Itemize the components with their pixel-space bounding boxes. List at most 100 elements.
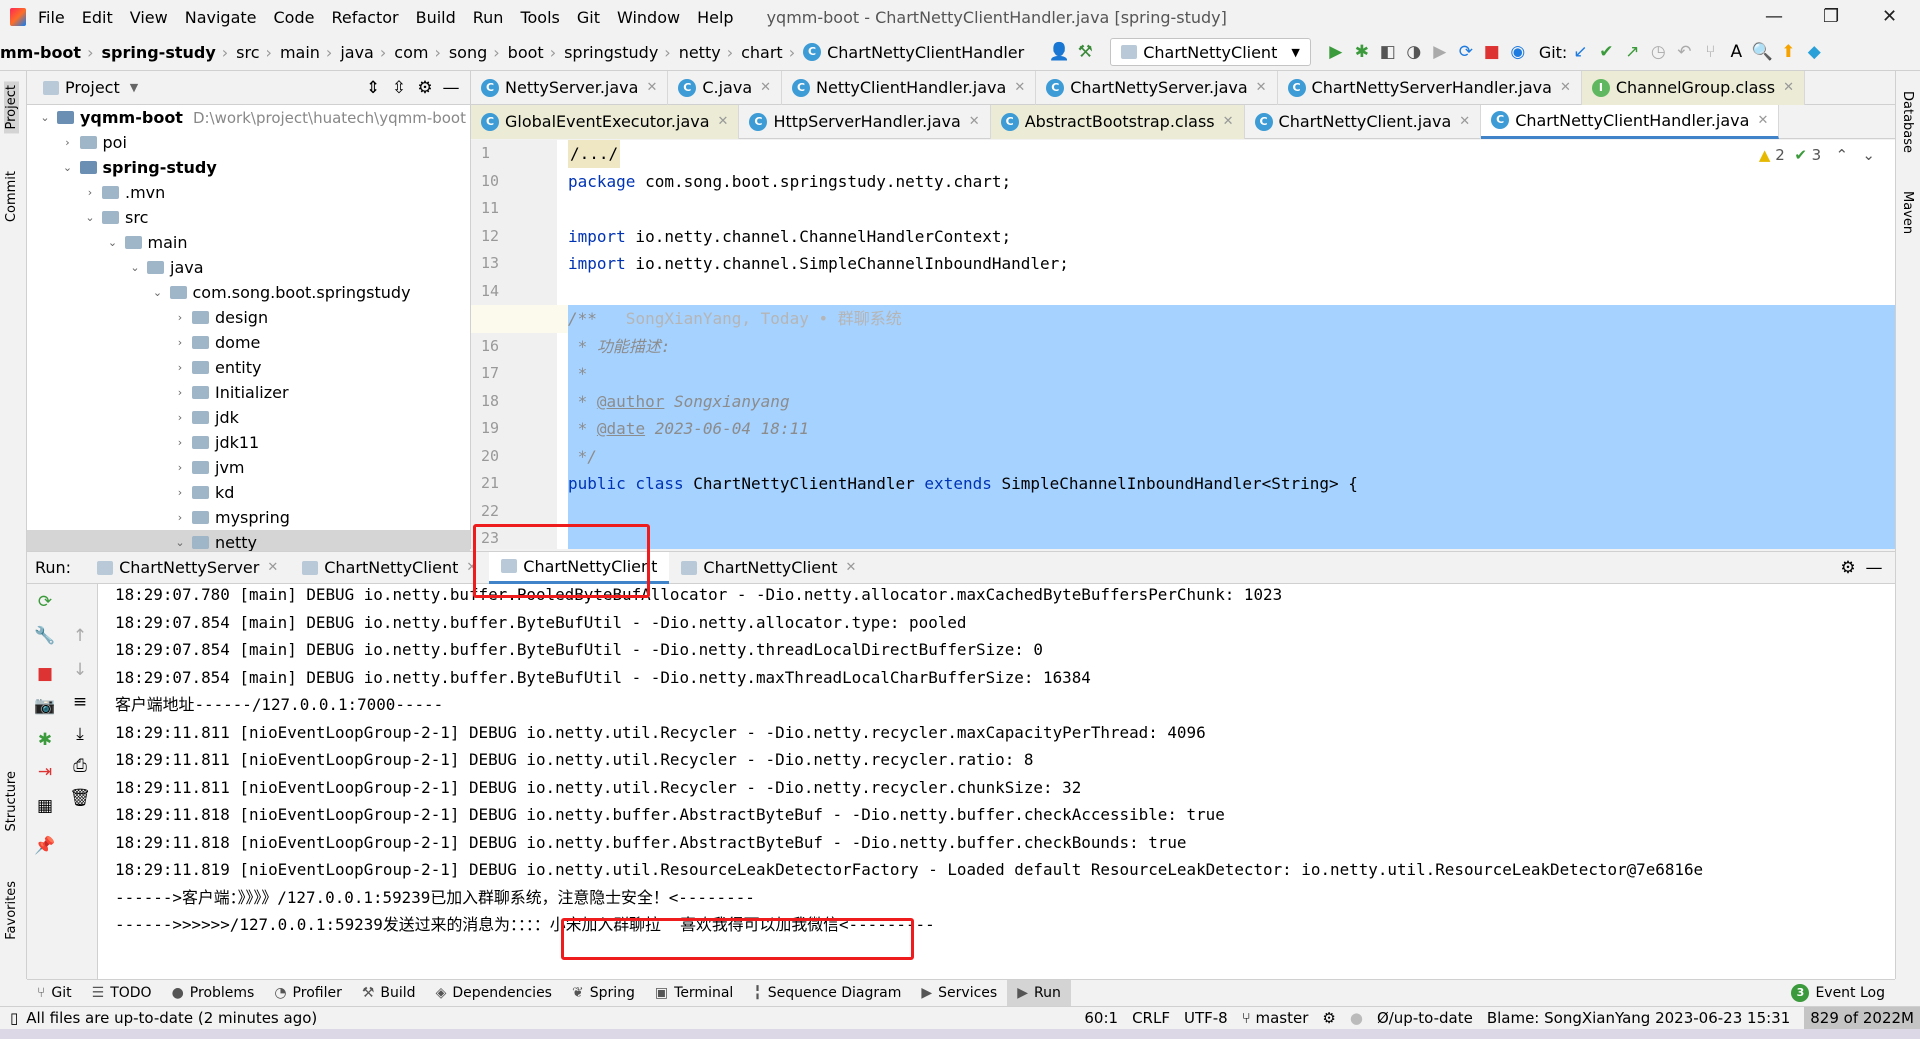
tool-tab-profiler[interactable]: ◔ Profiler: [264, 980, 352, 1007]
profile-icon[interactable]: ◑: [1401, 42, 1427, 62]
editor-tab[interactable]: C ChartNettyClientHandler.java ✕: [1481, 104, 1780, 139]
close-button[interactable]: ✕: [1882, 6, 1897, 27]
inspection-widget[interactable]: ▲ 2 ✔ 3 ⌃ ⌄: [1759, 146, 1875, 164]
breadcrumb-item[interactable]: src: [236, 43, 259, 62]
menu-tools[interactable]: Tools: [520, 8, 559, 27]
upgrade-icon[interactable]: ⬆: [1775, 42, 1801, 62]
tool-tab-problems[interactable]: ● Problems: [162, 980, 265, 1007]
login-icon[interactable]: ⇥: [32, 762, 58, 782]
history-icon[interactable]: ◷: [1645, 42, 1671, 62]
chevron-right-icon[interactable]: ›: [172, 386, 188, 399]
translate-icon[interactable]: A: [1723, 42, 1749, 62]
layout-icon[interactable]: ▦: [32, 796, 58, 816]
close-icon[interactable]: ✕: [646, 80, 657, 95]
editor-tab[interactable]: C ChartNettyClient.java ✕: [1245, 104, 1482, 139]
user-icon[interactable]: 👤: [1046, 42, 1072, 62]
tool-tab-sequence-diagram[interactable]: ╏ Sequence Diagram: [743, 980, 911, 1007]
run-icon[interactable]: ▶: [1323, 42, 1349, 62]
chevron-right-icon[interactable]: ›: [172, 411, 188, 424]
camera-icon[interactable]: 📷: [32, 696, 58, 716]
chevron-right-icon[interactable]: ›: [172, 511, 188, 524]
tree-item[interactable]: ⌄ spring-study: [27, 155, 470, 180]
git-branch[interactable]: ⑂ master: [1242, 1009, 1309, 1027]
close-icon[interactable]: ✕: [760, 80, 771, 95]
editor-tab[interactable]: C HttpServerHandler.java ✕: [739, 104, 991, 139]
tool-tab-build[interactable]: ⚒ Build: [352, 980, 426, 1007]
breadcrumb-item[interactable]: spring-study: [101, 43, 215, 62]
tool-tab-terminal[interactable]: ▣ Terminal: [645, 980, 743, 1007]
hide-icon[interactable]: —: [1861, 558, 1887, 578]
menu-git[interactable]: Git: [577, 8, 600, 27]
tool-tab-services[interactable]: ▶ Services: [911, 980, 1007, 1007]
editor-tab[interactable]: C NettyClientHandler.java ✕: [782, 70, 1037, 105]
chevron-down-icon[interactable]: ⌄: [1862, 146, 1875, 164]
close-icon[interactable]: ✕: [718, 114, 729, 129]
menu-help[interactable]: Help: [697, 8, 733, 27]
chevron-up-icon[interactable]: ⌃: [1836, 146, 1849, 164]
print-icon[interactable]: ⎙: [67, 756, 93, 776]
maven-tool-button[interactable]: Maven: [1900, 191, 1915, 234]
git-update-icon[interactable]: ↙: [1567, 42, 1593, 62]
tree-item[interactable]: › poi: [27, 130, 470, 155]
tool-tab-run[interactable]: ▶ Run: [1007, 979, 1071, 1007]
breadcrumb-item[interactable]: ChartNettyClientHandler: [827, 43, 1024, 62]
tree-item[interactable]: › entity: [27, 355, 470, 380]
breadcrumb-item[interactable]: springstudy: [564, 43, 658, 62]
editor-tab[interactable]: C AbstractBootstrap.class ✕: [990, 104, 1245, 139]
gear-icon[interactable]: ⚙: [1835, 558, 1861, 578]
tool-tab-spring[interactable]: ❦ Spring: [562, 980, 645, 1007]
run-config-select[interactable]: ChartNettyClient ▼: [1110, 38, 1311, 66]
rerun-icon[interactable]: ⟳: [32, 592, 58, 612]
menu-code[interactable]: Code: [274, 8, 315, 27]
tree-item[interactable]: › design: [27, 305, 470, 330]
caret-position[interactable]: 60:1: [1084, 1009, 1118, 1027]
close-icon[interactable]: ✕: [1223, 114, 1234, 129]
database-tool-button[interactable]: Database: [1900, 91, 1915, 153]
tree-item[interactable]: › kd: [27, 480, 470, 505]
chevron-right-icon[interactable]: ›: [82, 186, 98, 199]
chevron-right-icon[interactable]: ›: [60, 136, 76, 149]
close-icon[interactable]: ✕: [1014, 80, 1025, 95]
project-view-select[interactable]: Project: [65, 78, 120, 97]
chevron-down-icon[interactable]: ⌄: [150, 286, 166, 299]
tool-tab-git[interactable]: ⑂ Git: [27, 980, 82, 1007]
git-push-icon[interactable]: ↗: [1619, 42, 1645, 62]
stop-icon[interactable]: ■: [32, 664, 58, 684]
plugin-icon[interactable]: ◆: [1801, 42, 1827, 62]
tree-item[interactable]: › jdk: [27, 405, 470, 430]
structure-tool-button[interactable]: Structure: [4, 771, 19, 831]
tree-item[interactable]: › dome: [27, 330, 470, 355]
breadcrumb-item[interactable]: main: [280, 43, 320, 62]
project-tool-button[interactable]: Project: [4, 81, 19, 134]
tool-tab-dependencies[interactable]: ◈ Dependencies: [426, 980, 562, 1007]
breadcrumb-item[interactable]: netty: [679, 43, 721, 62]
restore-button[interactable]: ❐: [1823, 6, 1839, 27]
chevron-down-icon[interactable]: ⌄: [105, 236, 121, 249]
build-hammer-icon[interactable]: ⚒: [1072, 42, 1098, 62]
breadcrumb-item[interactable]: boot: [508, 43, 544, 62]
console-output[interactable]: 18:29:07.780 [main] DEBUG io.netty.buffe…: [98, 584, 1895, 979]
collapse-all-icon[interactable]: ⇳: [386, 78, 412, 98]
tree-item[interactable]: › .mvn: [27, 180, 470, 205]
chevron-down-icon[interactable]: ⌄: [37, 111, 53, 124]
close-icon[interactable]: ✕: [1757, 113, 1768, 128]
event-log-button[interactable]: 3 Event Log: [1781, 980, 1895, 1007]
trash-icon[interactable]: 🗑: [67, 788, 93, 808]
resume-icon[interactable]: ▶: [1427, 42, 1453, 62]
chevron-down-icon[interactable]: ⌄: [127, 261, 143, 274]
breadcrumb-item[interactable]: mm-boot: [0, 43, 81, 62]
editor-tab[interactable]: C GlobalEventExecutor.java ✕: [471, 104, 740, 139]
rollback-icon[interactable]: ↶: [1671, 42, 1697, 62]
coverage-icon[interactable]: ◧: [1375, 42, 1401, 62]
git-commit-icon[interactable]: ✔: [1593, 42, 1619, 62]
debug-icon[interactable]: ✱: [32, 730, 58, 750]
menu-run[interactable]: Run: [473, 8, 504, 27]
menu-window[interactable]: Window: [617, 8, 680, 27]
expand-all-icon[interactable]: ⇕: [360, 78, 386, 98]
pin-icon[interactable]: 📌: [32, 836, 58, 856]
close-icon[interactable]: ✕: [1783, 80, 1794, 95]
favorites-tool-button[interactable]: Favorites: [4, 881, 19, 940]
soft-wrap-icon[interactable]: ≡: [67, 692, 93, 712]
close-icon[interactable]: ✕: [969, 114, 980, 129]
tree-item[interactable]: › Initializer: [27, 380, 470, 405]
